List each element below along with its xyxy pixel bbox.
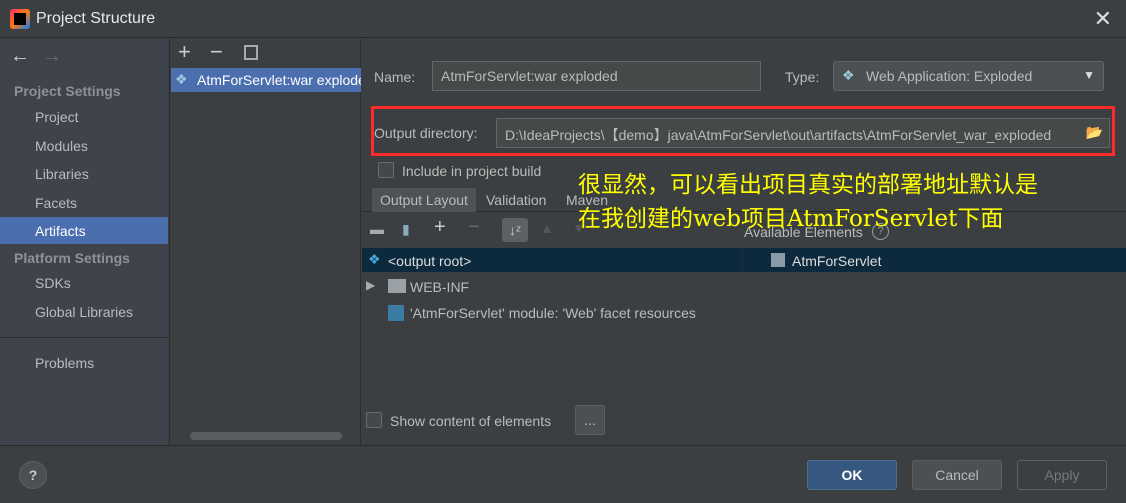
more-button[interactable]: ... (575, 405, 605, 435)
ok-button[interactable]: OK (807, 460, 897, 490)
divider (0, 337, 168, 338)
add-copy-icon[interactable]: + (434, 216, 446, 239)
artifact-item[interactable]: ❖ AtmForServlet:war exploded (171, 68, 361, 92)
tab-output-layout[interactable]: Output Layout (372, 188, 476, 212)
window-title: Project Structure (36, 10, 156, 27)
name-input[interactable]: AtmForServlet:war exploded (432, 61, 761, 91)
sidebar-item-project[interactable]: Project (35, 109, 79, 125)
name-label: Name: (374, 69, 416, 85)
sidebar-item-global-libraries[interactable]: Global Libraries (35, 304, 133, 320)
sort-icon[interactable]: ↓ᶻ (502, 218, 528, 242)
sidebar-item-libraries[interactable]: Libraries (35, 166, 89, 182)
copy-icon[interactable] (244, 45, 258, 60)
section-project-settings: Project Settings (14, 83, 121, 99)
show-content-checkbox[interactable] (366, 412, 382, 428)
apply-button[interactable]: Apply (1017, 460, 1107, 490)
remove-icon[interactable]: − (210, 39, 223, 65)
horizontal-scrollbar[interactable] (190, 432, 342, 440)
close-icon[interactable]: ✕ (1094, 6, 1112, 32)
remove-element-icon[interactable]: − (468, 216, 480, 239)
artifact-label: AtmForServlet:war exploded (197, 72, 361, 88)
output-directory-input[interactable]: D:\IdeaProjects\【demo】java\AtmForServlet… (496, 118, 1110, 148)
back-arrow-icon[interactable]: ← (10, 45, 30, 68)
forward-arrow-icon[interactable]: → (42, 45, 62, 68)
intellij-logo-icon (10, 9, 30, 29)
artifact-list-panel: + − ❖ AtmForServlet:war exploded (169, 39, 361, 445)
chevron-down-icon: ▼ (1083, 68, 1095, 82)
output-root-icon: ❖ (368, 251, 381, 267)
new-directory-icon[interactable]: ▬ (370, 221, 384, 237)
archive-icon[interactable]: ▮ (402, 221, 410, 238)
type-select[interactable]: ❖ Web Application: Exploded ▼ (833, 61, 1104, 91)
web-facet-icon (388, 305, 404, 321)
output-directory-value: D:\IdeaProjects\【demo】java\AtmForServlet… (505, 127, 1052, 143)
tree-label: 'AtmForServlet' module: 'Web' facet reso… (410, 305, 696, 321)
expand-arrow-icon[interactable]: ▶ (366, 278, 375, 292)
artifact-settings: Name: AtmForServlet:war exploded Type: ❖… (362, 39, 1126, 445)
include-in-build-label: Include in project build (402, 163, 542, 179)
output-directory-label: Output directory: (374, 125, 478, 141)
tree-label: <output root> (388, 253, 472, 269)
folder-open-icon[interactable]: 📂 (1086, 124, 1103, 141)
available-item[interactable]: AtmForServlet (792, 253, 881, 269)
help-button[interactable]: ? (19, 461, 47, 489)
sidebar-item-problems[interactable]: Problems (35, 355, 94, 371)
add-icon[interactable]: + (178, 39, 191, 65)
sidebar-item-sdks[interactable]: SDKs (35, 275, 71, 291)
sidebar-item-artifacts[interactable]: Artifacts (0, 217, 168, 244)
cancel-button[interactable]: Cancel (912, 460, 1002, 490)
tree-row-facet-resources[interactable]: 'AtmForServlet' module: 'Web' facet reso… (362, 300, 742, 324)
annotation-line-1: 很显然，可以看出项目真实的部署地址默认是 (578, 172, 1038, 198)
module-icon (771, 253, 785, 267)
sidebar-item-modules[interactable]: Modules (35, 138, 88, 154)
type-value: Web Application: Exploded (866, 68, 1033, 84)
footer: ? OK Cancel Apply (0, 445, 1126, 503)
web-artifact-icon: ❖ (175, 71, 188, 87)
web-icon: ❖ (842, 67, 855, 83)
title-bar: Project Structure ✕ (0, 0, 1126, 38)
tree-row-web-inf[interactable]: ▶ WEB-INF (362, 274, 742, 298)
tree-row-output-root[interactable]: ❖ <output root> AtmForServlet (362, 248, 1126, 272)
sidebar-item-label: Artifacts (35, 223, 86, 239)
type-label: Type: (785, 69, 820, 85)
annotation-line-2: 在我创建的web项目AtmForServlet下面 (578, 206, 1004, 232)
move-up-icon[interactable]: ▲ (540, 220, 554, 236)
tree-label: WEB-INF (410, 279, 470, 295)
sidebar: ← → Project Settings Project Modules Lib… (0, 39, 168, 445)
show-content-label: Show content of elements (390, 413, 552, 429)
folder-icon (388, 279, 406, 293)
tab-validation[interactable]: Validation (478, 188, 554, 212)
include-in-build-checkbox[interactable] (378, 162, 394, 178)
section-platform-settings: Platform Settings (14, 250, 130, 266)
sidebar-item-facets[interactable]: Facets (35, 195, 77, 211)
